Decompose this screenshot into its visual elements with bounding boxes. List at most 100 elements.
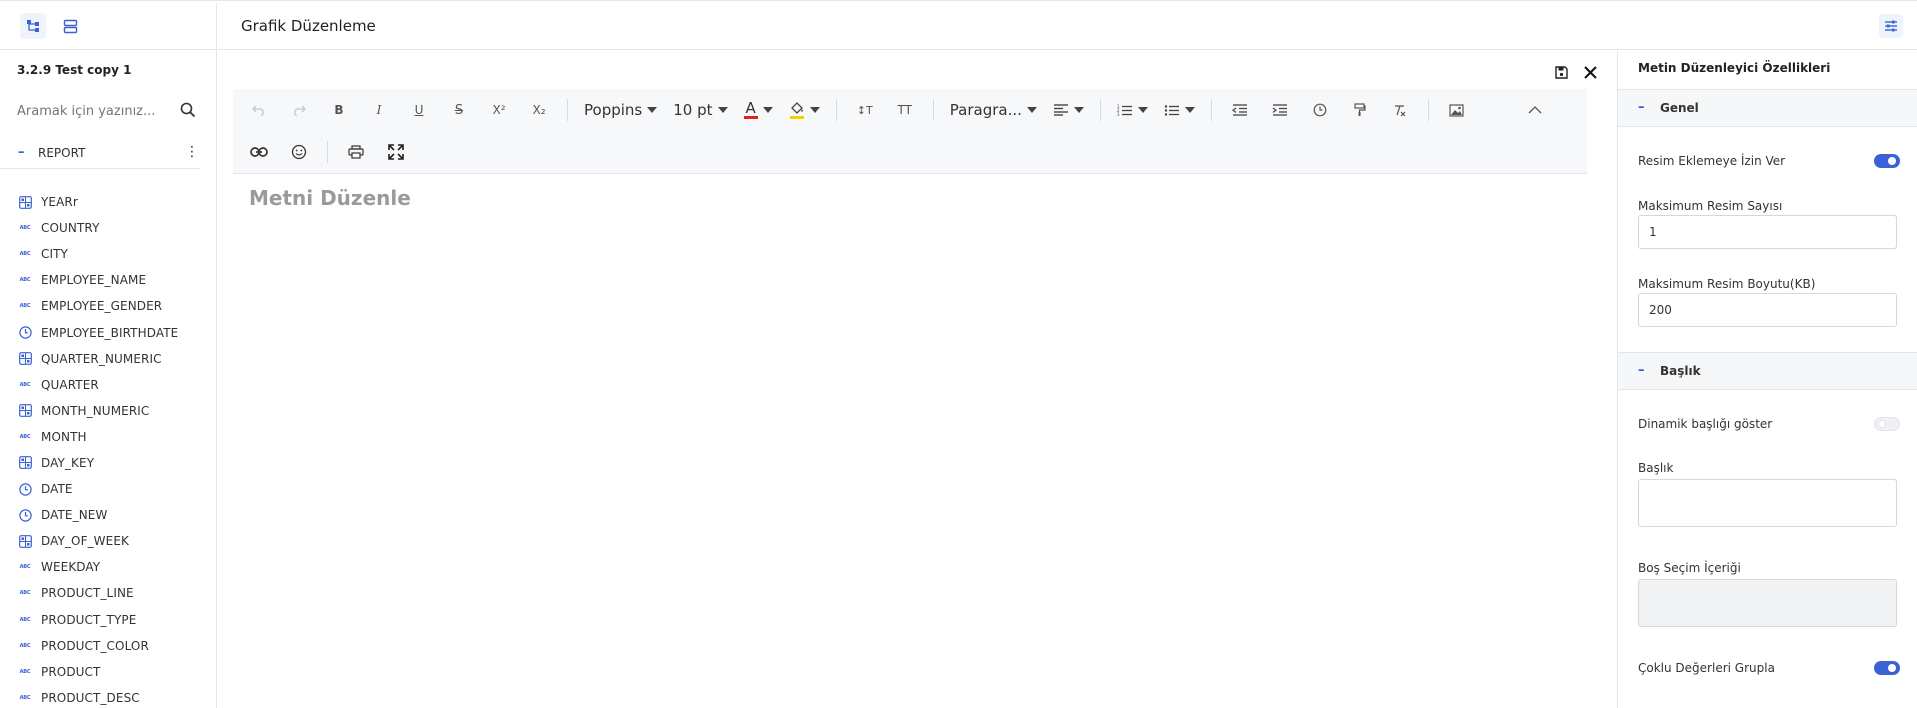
clock-field-icon <box>18 482 32 496</box>
printer-icon <box>348 145 364 159</box>
redo-button[interactable] <box>283 94 315 126</box>
sidebar: 3.2.9 Test copy 1 – REPORT ⋮ YEARr ABC COU… <box>0 3 217 708</box>
format-painter-button[interactable] <box>1344 94 1376 126</box>
save-icon[interactable] <box>1554 65 1569 80</box>
field-item[interactable]: ABC PRODUCT_TYPE <box>0 607 200 633</box>
print-button[interactable] <box>340 136 372 168</box>
search-icon[interactable] <box>180 102 196 118</box>
field-item[interactable]: ABC EMPLOYEE_NAME <box>0 267 200 293</box>
text-field-icon: ABC <box>18 273 32 287</box>
fullscreen-button[interactable] <box>380 136 412 168</box>
field-item[interactable]: ABC PRODUCT_LINE <box>0 580 200 606</box>
field-item[interactable]: ABC PRODUCT_COLOR <box>0 633 200 659</box>
line-height-button[interactable]: ↕T <box>849 94 881 126</box>
clear-format-button[interactable] <box>1384 94 1416 126</box>
field-search-input[interactable] <box>17 99 197 123</box>
field-item[interactable]: EMPLOYEE_BIRTHDATE <box>0 319 200 345</box>
field-name: PRODUCT_TYPE <box>41 612 137 627</box>
text-field-icon-label: ABC <box>19 564 31 571</box>
section-heading-header[interactable]: – Başlık <box>1618 352 1917 390</box>
collapse-icon[interactable]: – <box>1638 100 1645 115</box>
insert-emoji-button[interactable] <box>283 136 315 168</box>
field-item[interactable]: ABC COUNTRY <box>0 215 200 241</box>
collapse-toolbar-button[interactable] <box>1519 94 1551 126</box>
toolbar-separator <box>835 99 837 121</box>
redo-icon <box>294 105 306 116</box>
font-family-select[interactable]: Poppins <box>580 94 661 126</box>
numeric-field-icon <box>18 534 32 548</box>
tree-view-button[interactable] <box>20 13 46 39</box>
smile-icon <box>291 144 307 160</box>
collapse-icon[interactable]: – <box>1638 363 1645 378</box>
insert-date-button[interactable] <box>1304 94 1336 126</box>
strikethrough-button[interactable]: S <box>443 94 475 126</box>
ordered-list-select[interactable]: 123 <box>1113 94 1152 126</box>
allow-images-toggle[interactable] <box>1874 154 1900 168</box>
max-images-input[interactable] <box>1638 215 1897 249</box>
field-item[interactable]: DAY_KEY <box>0 450 200 476</box>
font-size-select[interactable]: 10 pt <box>669 94 731 126</box>
subscript-button[interactable]: X₂ <box>523 94 555 126</box>
insert-link-button[interactable] <box>243 136 275 168</box>
field-group-header[interactable]: – REPORT ⋮ <box>0 137 200 169</box>
ordered-list-icon: 123 <box>1117 104 1132 117</box>
outdent-button[interactable] <box>1224 94 1256 126</box>
text-field-icon-label: ABC <box>19 668 31 675</box>
italic-button[interactable]: I <box>363 94 395 126</box>
highlight-color-button[interactable] <box>785 94 824 126</box>
editor-content[interactable]: Metni Düzenle <box>233 176 1587 708</box>
undo-button[interactable] <box>243 94 275 126</box>
title-label: Başlık <box>1638 461 1674 475</box>
numeric-field-icon <box>18 404 32 418</box>
section-general-header[interactable]: – Genel <box>1618 89 1917 127</box>
max-image-size-input[interactable] <box>1638 293 1897 327</box>
properties-toggle-button[interactable] <box>1879 14 1903 38</box>
text-field-icon: ABC <box>18 586 32 600</box>
field-item[interactable]: ABC PRODUCT <box>0 659 200 685</box>
list-view-button[interactable] <box>57 13 83 39</box>
bold-button[interactable]: B <box>323 94 355 126</box>
text-field-icon-label: ABC <box>19 225 31 232</box>
insert-image-button[interactable] <box>1441 94 1473 126</box>
text-transform-button[interactable]: TT <box>889 94 921 126</box>
field-item[interactable]: ABC MONTH <box>0 424 200 450</box>
field-name: DAY_KEY <box>41 455 95 470</box>
field-item[interactable]: ABC EMPLOYEE_GENDER <box>0 293 200 319</box>
clear-format-icon <box>1394 105 1406 117</box>
text-field-icon: ABC <box>18 691 32 705</box>
field-item[interactable]: QUARTER_NUMERIC <box>0 346 200 372</box>
empty-selection-input[interactable] <box>1638 579 1897 627</box>
more-vertical-icon[interactable]: ⋮ <box>185 144 199 160</box>
field-name: PRODUCT_DESC <box>41 690 140 705</box>
field-item[interactable]: DATE_NEW <box>0 502 200 528</box>
text-field-icon: ABC <box>18 430 32 444</box>
align-select[interactable] <box>1049 94 1088 126</box>
page-header: Grafik Düzenleme <box>218 3 1917 50</box>
field-item[interactable]: ABC QUARTER <box>0 372 200 398</box>
superscript-button[interactable]: X² <box>483 94 515 126</box>
text-field-icon: ABC <box>18 639 32 653</box>
text-field-icon: ABC <box>18 665 32 679</box>
field-item[interactable]: ABC CITY <box>0 241 200 267</box>
paragraph-format-select[interactable]: Paragra... <box>946 94 1041 126</box>
field-item[interactable]: YEARr <box>0 189 200 215</box>
field-name: PRODUCT <box>41 664 101 679</box>
editor-toolbar: B I U S X² X₂ Poppins 10 pt A ↕T TT Para… <box>233 89 1587 174</box>
field-item[interactable]: MONTH_NUMERIC <box>0 398 200 424</box>
title-input[interactable] <box>1638 479 1897 527</box>
underline-button[interactable]: U <box>403 94 435 126</box>
unordered-list-select[interactable] <box>1160 94 1199 126</box>
collapse-icon[interactable]: – <box>18 145 25 160</box>
field-item[interactable]: ABC PRODUCT_DESC <box>0 685 200 708</box>
text-color-button[interactable]: A <box>740 94 777 126</box>
toolbar-separator <box>327 141 328 163</box>
close-icon[interactable] <box>1583 65 1598 80</box>
indent-button[interactable] <box>1264 94 1296 126</box>
field-item[interactable]: ABC WEEKDAY <box>0 554 200 580</box>
field-item[interactable]: DATE <box>0 476 200 502</box>
field-item[interactable]: DAY_OF_WEEK <box>0 528 200 554</box>
group-multi-toggle[interactable] <box>1874 661 1900 675</box>
dynamic-title-toggle[interactable] <box>1874 417 1900 431</box>
clock-field-icon <box>18 326 32 340</box>
numeric-field-icon <box>18 352 32 366</box>
